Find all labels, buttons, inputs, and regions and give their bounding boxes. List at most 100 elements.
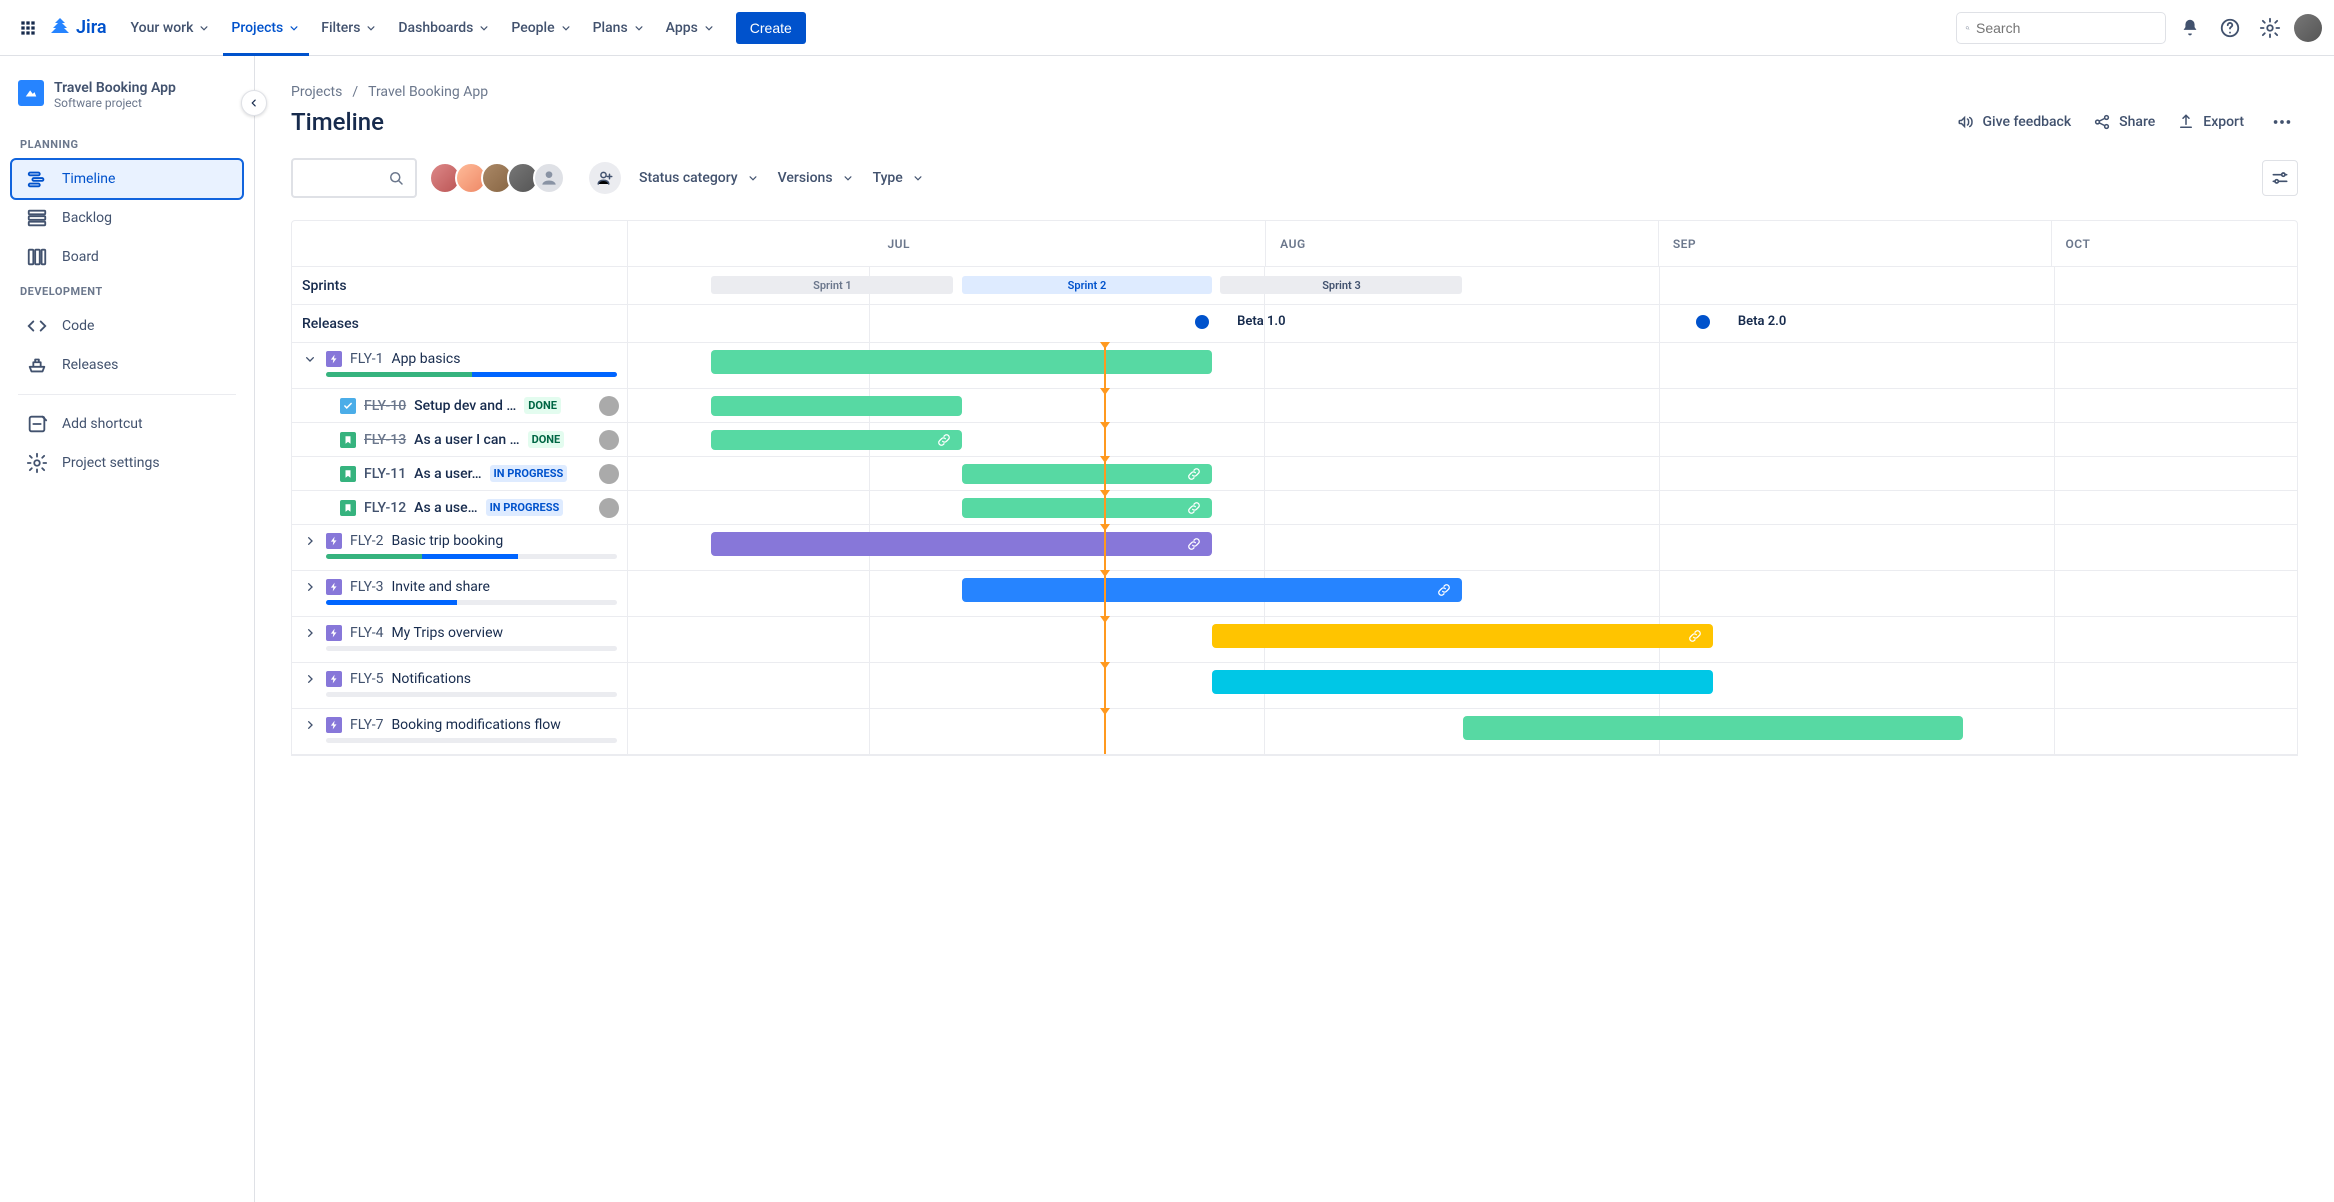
epic-key[interactable]: FLY-3 — [350, 579, 383, 595]
issue-title[interactable]: As a use… — [414, 500, 477, 516]
timeline-bar[interactable] — [1463, 716, 1964, 740]
app-switcher-icon[interactable] — [12, 12, 44, 44]
nav-apps[interactable]: Apps — [658, 0, 724, 56]
issue-title[interactable]: As a user… — [414, 466, 481, 482]
add-assignee-button[interactable] — [589, 162, 621, 194]
release-marker[interactable] — [1195, 315, 1209, 329]
epic-key[interactable]: FLY-1 — [350, 351, 383, 367]
unassigned-avatar[interactable] — [533, 162, 565, 194]
epic-row: FLY-5 Notifications — [292, 663, 2297, 709]
search-input[interactable] — [1976, 20, 2157, 36]
sprint-chip[interactable]: Sprint 2 — [962, 276, 1212, 294]
expand-toggle[interactable] — [302, 717, 318, 733]
group-planning: PLANNING — [8, 130, 246, 159]
epic-title[interactable]: Invite and share — [391, 579, 490, 595]
expand-toggle[interactable] — [302, 351, 318, 367]
global-search[interactable] — [1956, 12, 2166, 44]
epic-row: FLY-3 Invite and share — [292, 571, 2297, 617]
link-icon — [936, 432, 952, 448]
epic-key[interactable]: FLY-5 — [350, 671, 383, 687]
sidebar-item-label: Backlog — [62, 210, 112, 226]
story-icon — [340, 432, 356, 448]
give-feedback-button[interactable]: Give feedback — [1957, 113, 2072, 131]
sidebar-item-code[interactable]: Code — [12, 307, 242, 345]
chevron-down-icon — [287, 21, 301, 35]
export-button[interactable]: Export — [2177, 113, 2244, 131]
timeline-bar[interactable] — [711, 396, 961, 416]
timeline-bar[interactable] — [1212, 670, 1713, 694]
expand-toggle[interactable] — [302, 533, 318, 549]
nav-people[interactable]: People — [503, 0, 580, 56]
nav-dashboards[interactable]: Dashboards — [390, 0, 499, 56]
expand-toggle[interactable] — [302, 625, 318, 641]
sidebar-item-board[interactable]: Board — [12, 238, 242, 276]
timeline-bar[interactable] — [962, 464, 1212, 484]
expand-toggle[interactable] — [302, 579, 318, 595]
issue-title[interactable]: As a user I can … — [414, 432, 519, 448]
assignee-avatar[interactable] — [599, 430, 619, 450]
filter-search[interactable] — [291, 158, 417, 198]
expand-toggle[interactable] — [302, 671, 318, 687]
timeline-bar[interactable] — [962, 498, 1212, 518]
issue-key[interactable]: FLY-12 — [364, 500, 406, 516]
assignee-avatar[interactable] — [599, 396, 619, 416]
jira-logo[interactable]: Jira — [48, 16, 107, 40]
page-title: Timeline — [291, 108, 384, 136]
release-marker[interactable] — [1696, 315, 1710, 329]
share-button[interactable]: Share — [2093, 113, 2155, 131]
filter-type[interactable]: Type — [873, 170, 925, 186]
epic-key[interactable]: FLY-4 — [350, 625, 383, 641]
view-settings-button[interactable] — [2262, 160, 2298, 196]
help-icon[interactable] — [2214, 12, 2246, 44]
sidebar-item-project-settings[interactable]: Project settings — [12, 444, 242, 482]
release-label: Beta 2.0 — [1738, 314, 1786, 329]
timeline-bar[interactable] — [711, 532, 1212, 556]
nav-projects[interactable]: Projects — [223, 0, 309, 56]
filter-versions[interactable]: Versions — [778, 170, 855, 186]
issue-title[interactable]: Setup dev and … — [414, 398, 516, 414]
epic-title[interactable]: Booking modifications flow — [391, 717, 560, 733]
epic-title[interactable]: Notifications — [391, 671, 471, 687]
epic-title[interactable]: My Trips overview — [391, 625, 503, 641]
breadcrumb-project[interactable]: Travel Booking App — [368, 84, 488, 100]
filter-status-category[interactable]: Status category — [639, 170, 760, 186]
epic-icon — [326, 351, 342, 367]
create-button[interactable]: Create — [736, 12, 806, 44]
sidebar-item-add-shortcut[interactable]: Add shortcut — [12, 405, 242, 443]
timeline-bar[interactable] — [1212, 624, 1713, 648]
issue-key[interactable]: FLY-10 — [364, 398, 406, 414]
share-icon — [2093, 113, 2111, 131]
collapse-sidebar-button[interactable] — [241, 90, 267, 116]
epic-key[interactable]: FLY-2 — [350, 533, 383, 549]
user-avatar[interactable] — [2294, 14, 2322, 42]
sprint-chip[interactable]: Sprint 3 — [1220, 276, 1462, 294]
nav-plans[interactable]: Plans — [585, 0, 654, 56]
breadcrumb-projects[interactable]: Projects — [291, 84, 342, 100]
task-icon — [340, 398, 356, 414]
chevron-left-icon — [247, 96, 261, 110]
assignee-avatar[interactable] — [599, 498, 619, 518]
sidebar-item-timeline[interactable]: Timeline — [12, 160, 242, 198]
board-icon — [26, 246, 48, 268]
timeline-bar[interactable] — [711, 430, 961, 450]
settings-icon[interactable] — [2254, 12, 2286, 44]
sidebar-item-releases[interactable]: Releases — [12, 346, 242, 384]
epic-key[interactable]: FLY-7 — [350, 717, 383, 733]
more-button[interactable] — [2266, 111, 2298, 133]
assignee-avatar[interactable] — [599, 464, 619, 484]
nav-filters[interactable]: Filters — [313, 0, 386, 56]
sprint-chip[interactable]: Sprint 1 — [711, 276, 953, 294]
sidebar-item-label: Releases — [62, 357, 118, 373]
link-icon — [1186, 466, 1202, 482]
nav-your-work[interactable]: Your work — [123, 0, 220, 56]
epic-title[interactable]: App basics — [391, 351, 460, 367]
epic-title[interactable]: Basic trip booking — [391, 533, 503, 549]
issue-key[interactable]: FLY-11 — [364, 466, 406, 482]
notifications-icon[interactable] — [2174, 12, 2206, 44]
timeline-bar[interactable] — [711, 350, 1212, 374]
timeline-bar[interactable] — [962, 578, 1463, 602]
issue-key[interactable]: FLY-13 — [364, 432, 406, 448]
epic-row: FLY-7 Booking modifications flow — [292, 709, 2297, 755]
sidebar-item-backlog[interactable]: Backlog — [12, 199, 242, 237]
search-icon — [387, 169, 405, 187]
